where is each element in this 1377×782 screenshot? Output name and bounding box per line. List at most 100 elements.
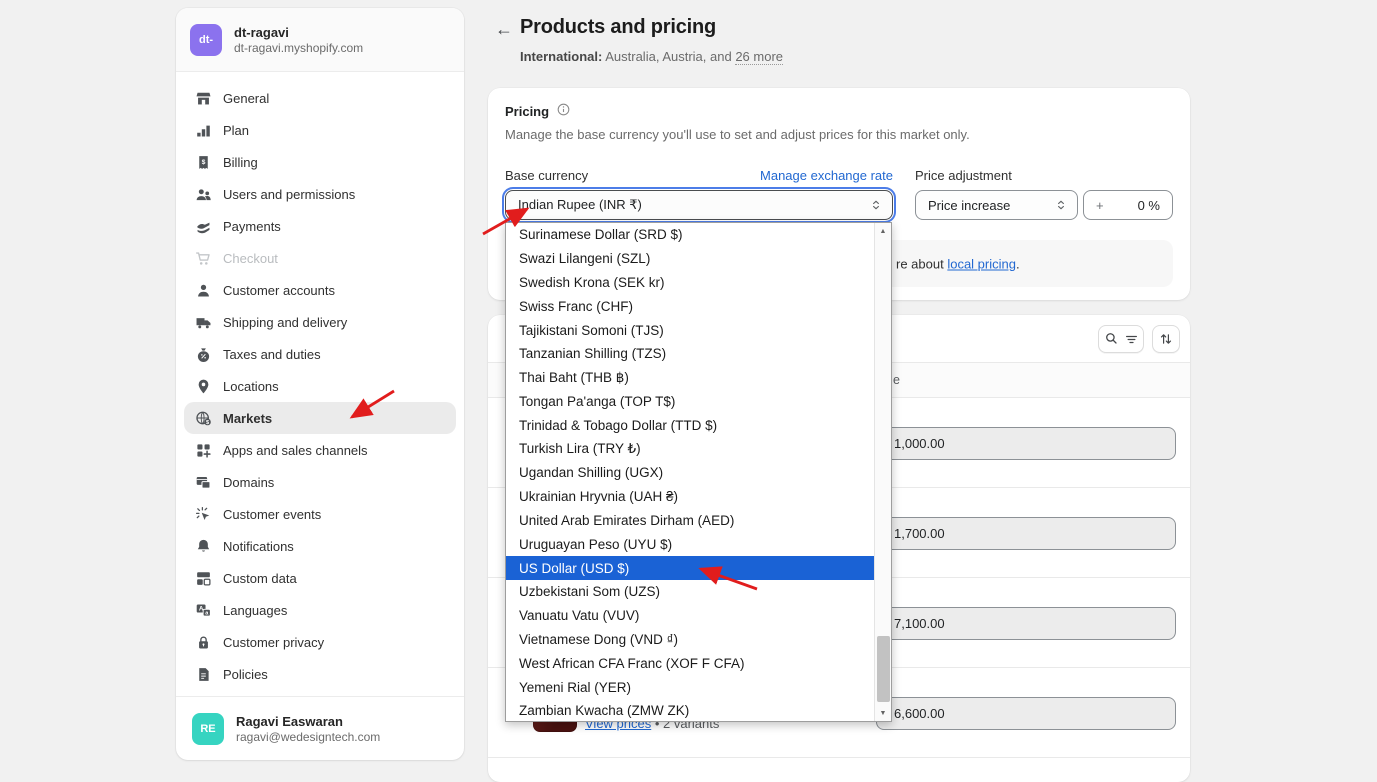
currency-option[interactable]: Tongan Pa'anga (TOP T$) [506, 390, 874, 414]
sidebar-item-shipping-and-delivery[interactable]: Shipping and delivery [184, 306, 456, 338]
currency-option[interactable]: United Arab Emirates Dirham (AED) [506, 509, 874, 533]
currency-option[interactable]: Ukrainian Hryvnia (UAH ₴) [506, 485, 874, 509]
map-pin-icon [194, 377, 212, 395]
store-icon [194, 89, 212, 107]
sidebar-item-languages[interactable]: AaLanguages [184, 594, 456, 626]
currency-option[interactable]: Vietnamese Dong (VND ₫) [506, 628, 874, 652]
pricing-description: Manage the base currency you'll use to s… [505, 127, 970, 142]
sidebar-item-locations[interactable]: Locations [184, 370, 456, 402]
base-currency-select[interactable]: Indian Rupee (INR ₹) [505, 190, 893, 220]
sidebar-item-customer-accounts[interactable]: Customer accounts [184, 274, 456, 306]
manage-exchange-rate-link[interactable]: Manage exchange rate [760, 168, 893, 183]
base-currency-value: Indian Rupee (INR ₹) [518, 197, 642, 213]
market-countries: Australia, Austria, and [602, 49, 735, 64]
sidebar-item-label: Locations [223, 379, 279, 394]
dropdown-scrollbar[interactable]: ▲ ▼ [874, 223, 891, 721]
local-pricing-link[interactable]: local pricing [947, 256, 1016, 271]
more-countries-link[interactable]: 26 more [735, 49, 783, 65]
bell-icon [194, 537, 212, 555]
search-icon [1104, 331, 1120, 347]
currency-option[interactable]: Uzbekistani Som (UZS) [506, 580, 874, 604]
sidebar-item-label: Domains [223, 475, 274, 490]
currency-option[interactable]: Tajikistani Somoni (TJS) [506, 318, 874, 342]
sidebar-item-payments[interactable]: Payments [184, 210, 456, 242]
store-switcher[interactable]: dt- dt-ragavi dt-ragavi.myshopify.com [176, 8, 464, 72]
apps-grid-icon [194, 441, 212, 459]
currency-option[interactable]: West African CFA Franc (XOF F CFA) [506, 651, 874, 675]
sidebar-item-checkout: Checkout [184, 242, 456, 274]
pricing-title-text: Pricing [505, 104, 549, 119]
info-circle-icon[interactable] [556, 102, 571, 120]
banner-text: re about local pricing. [896, 256, 1020, 271]
sidebar-item-custom-data[interactable]: Custom data [184, 562, 456, 594]
currency-option[interactable]: Tanzanian Shilling (TZS) [506, 342, 874, 366]
user-email: ragavi@wedesigntech.com [236, 730, 380, 744]
sidebar-item-label: Customer accounts [223, 283, 335, 298]
price-adjustment-select[interactable]: Price increase [915, 190, 1078, 220]
currency-option[interactable]: Vanuatu Vatu (VUV) [506, 604, 874, 628]
sidebar-item-domains[interactable]: Domains [184, 466, 456, 498]
sidebar-item-users-and-permissions[interactable]: Users and permissions [184, 178, 456, 210]
sidebar-item-plan[interactable]: Plan [184, 114, 456, 146]
user-avatar: RE [192, 713, 224, 745]
currency-option[interactable]: Swazi Lilangeni (SZL) [506, 247, 874, 271]
price-input[interactable]: 1,700.00 [876, 517, 1176, 550]
back-button[interactable]: ← [492, 17, 516, 41]
base-currency-label: Base currency [505, 168, 588, 183]
settings-nav: GeneralPlan $ Billing Users and permissions… [184, 82, 456, 690]
store-name: dt-ragavi [234, 25, 363, 40]
price-input[interactable]: 1,000.00 [876, 427, 1176, 460]
sidebar-item-label: Billing [223, 155, 258, 170]
sidebar-item-customer-privacy[interactable]: Customer privacy [184, 626, 456, 658]
sidebar-item-label: Users and permissions [223, 187, 355, 202]
translate-icon: Aa [194, 601, 212, 619]
currency-option[interactable]: Swedish Krona (SEK kr) [506, 271, 874, 295]
currency-dropdown: Surinamese Dollar (SRD $)Swazi Lilangeni… [505, 222, 892, 722]
adjustment-percent-input[interactable]: + 0 % [1083, 190, 1173, 220]
sidebar-item-markets[interactable]: $Markets [184, 402, 456, 434]
scroll-up-button[interactable]: ▲ [875, 223, 891, 239]
sidebar-item-taxes-and-duties[interactable]: Taxes and duties [184, 338, 456, 370]
currency-option[interactable]: US Dollar (USD $) [506, 556, 874, 580]
sidebar-item-policies[interactable]: Policies [184, 658, 456, 690]
lock-icon [194, 633, 212, 651]
sidebar-item-label: Customer privacy [223, 635, 324, 650]
users-icon [194, 185, 212, 203]
price-input[interactable]: 7,100.00 [876, 607, 1176, 640]
sidebar-item-label: Checkout [223, 251, 278, 266]
sidebar-item-label: Customer events [223, 507, 321, 522]
currency-option[interactable]: Turkish Lira (TRY ₺) [506, 437, 874, 461]
sidebar-item-apps-and-sales-channels[interactable]: Apps and sales channels [184, 434, 456, 466]
currency-option[interactable]: Uruguayan Peso (UYU $) [506, 532, 874, 556]
sidebar-item-label: Custom data [223, 571, 297, 586]
sidebar-item-label: Policies [223, 667, 268, 682]
banner-fragment: re about [896, 256, 947, 271]
checkout-cart-icon [194, 249, 212, 267]
sidebar-item-label: Apps and sales channels [223, 443, 368, 458]
currency-option[interactable]: Trinidad & Tobago Dollar (TTD $) [506, 413, 874, 437]
currency-option[interactable]: Swiss Franc (CHF) [506, 294, 874, 318]
billing-icon: $ [194, 153, 212, 171]
arrow-left-icon: ← [495, 19, 513, 40]
sidebar-item-notifications[interactable]: Notifications [184, 530, 456, 562]
currency-option[interactable]: Thai Baht (THB ฿) [506, 366, 874, 390]
sidebar-item-customer-events[interactable]: Customer events [184, 498, 456, 530]
search-filter-button[interactable] [1098, 325, 1144, 353]
scrollbar-thumb[interactable] [877, 636, 890, 702]
sidebar-item-label: Taxes and duties [223, 347, 321, 362]
price-input[interactable]: 6,600.00 [876, 697, 1176, 730]
browser-windows-icon [194, 473, 212, 491]
sidebar-item-billing[interactable]: $ Billing [184, 146, 456, 178]
store-domain: dt-ragavi.myshopify.com [234, 41, 363, 55]
sidebar-item-general[interactable]: General [184, 82, 456, 114]
currency-option[interactable]: Ugandan Shilling (UGX) [506, 461, 874, 485]
currency-option[interactable]: Yemeni Rial (YER) [506, 675, 874, 699]
cursor-click-icon [194, 505, 212, 523]
price-adjustment-value: Price increase [928, 198, 1010, 213]
currency-option[interactable]: Surinamese Dollar (SRD $) [506, 223, 874, 247]
scroll-down-button[interactable]: ▼ [875, 705, 891, 721]
truck-icon [194, 313, 212, 331]
currency-option[interactable]: Zambian Kwacha (ZMW ZK) [506, 699, 874, 723]
sort-button[interactable] [1152, 325, 1180, 353]
user-profile[interactable]: RE Ragavi Easwaran ragavi@wedesigntech.c… [176, 696, 464, 760]
